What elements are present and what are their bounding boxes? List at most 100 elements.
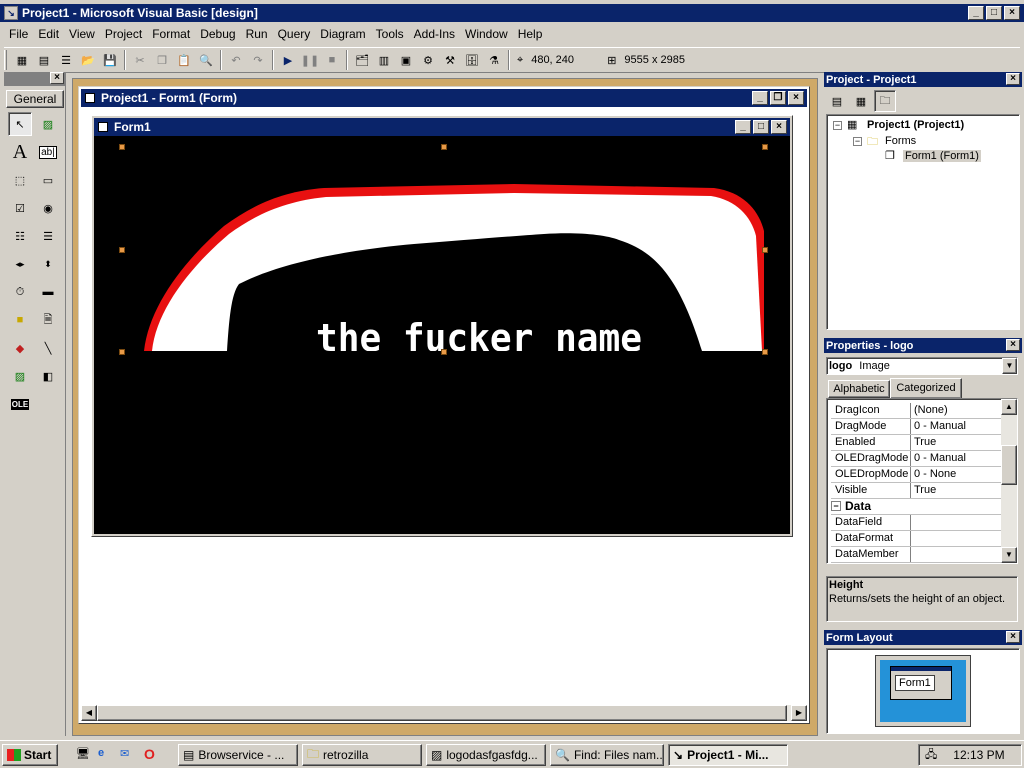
shape-tool[interactable]: ◆ (8, 336, 32, 360)
resize-handle-nw[interactable] (119, 144, 125, 150)
cut-icon[interactable]: ✂ (129, 49, 151, 71)
property-row[interactable]: OLEDragMode 0 - Manual (831, 451, 1001, 467)
form-layout-close-button[interactable]: × (1006, 631, 1020, 643)
object-browser-icon[interactable]: ⚙ (417, 49, 439, 71)
menu-window[interactable]: Window (460, 24, 513, 44)
designer-restore-button[interactable]: ❐ (770, 91, 786, 105)
checkbox-tool[interactable]: ☑ (8, 196, 32, 220)
undo-icon[interactable]: ↶ (225, 49, 247, 71)
pointer-tool[interactable]: ↖ (8, 112, 32, 136)
ole-tool[interactable]: OLE (8, 392, 32, 416)
taskbar-item[interactable]: 🗀 retrozilla (302, 744, 422, 766)
scroll-up-arrow[interactable]: ▲ (1001, 399, 1017, 415)
menu-tools[interactable]: Tools (371, 24, 409, 44)
scroll-thumb[interactable] (1001, 445, 1017, 485)
scroll-down-arrow[interactable]: ▼ (1001, 547, 1017, 563)
listbox-tool[interactable]: ☰ (36, 224, 60, 248)
scroll-left-arrow[interactable]: ◀ (81, 705, 97, 721)
menu-add-ins[interactable]: Add-Ins (409, 24, 460, 44)
quicklaunch-ie-icon[interactable]: e (98, 747, 104, 759)
resize-handle-n[interactable] (441, 144, 447, 150)
property-row[interactable]: DataFormat (831, 531, 1001, 547)
paste-icon[interactable]: 📋 (173, 49, 195, 71)
tree-root[interactable]: Project1 (Project1) (867, 119, 964, 131)
form-position-preview[interactable]: Form1 (890, 666, 952, 700)
property-vscrollbar[interactable]: ▲ ▼ (1001, 399, 1017, 563)
toggle-folders-icon[interactable]: 🗀 (874, 90, 896, 112)
properties-window-icon[interactable]: ▥ (373, 49, 395, 71)
close-button[interactable]: × (1004, 6, 1020, 20)
property-row[interactable]: DataField (831, 515, 1001, 531)
quicklaunch-desktop-icon[interactable]: 🖥 (76, 747, 90, 760)
property-row[interactable]: OLEDropMode 0 - None (831, 467, 1001, 483)
form1[interactable]: Form1 _ □ × the fucker name (91, 115, 793, 537)
property-row[interactable]: DragMode 0 - Manual (831, 419, 1001, 435)
tab-categorized[interactable]: Categorized (890, 378, 962, 398)
quicklaunch-opera-icon[interactable]: O (144, 746, 155, 762)
tray-icon[interactable]: 🖧 (925, 746, 937, 765)
property-row[interactable]: DataMember (831, 547, 1001, 563)
tree-root-expander[interactable]: − (833, 121, 842, 130)
form1-minimize-button[interactable]: _ (735, 120, 751, 134)
copy-icon[interactable]: ❐ (151, 49, 173, 71)
designer-hscrollbar[interactable]: ◀ ▶ (81, 705, 807, 721)
menu-editor-icon[interactable]: ☰ (55, 49, 77, 71)
tree-form1[interactable]: Form1 (Form1) (903, 150, 981, 162)
commandbutton-tool[interactable]: ▭ (36, 168, 60, 192)
add-project-icon[interactable]: ▦ (11, 49, 33, 71)
taskbar-item-active[interactable]: ↘ Project1 - Mi... (668, 744, 788, 766)
menu-query[interactable]: Query (273, 24, 316, 44)
open-icon[interactable]: 📂 (77, 49, 99, 71)
taskbar-item[interactable]: 🔍 Find: Files nam... (550, 744, 664, 766)
tab-alphabetic[interactable]: Alphabetic (828, 380, 890, 398)
project-explorer-icon[interactable]: 🗂 (351, 49, 373, 71)
end-icon[interactable]: ■ (321, 49, 343, 71)
resize-handle-sw[interactable] (119, 349, 125, 355)
visual-component-manager-icon[interactable]: ⚗ (483, 49, 505, 71)
taskbar-item[interactable]: ▨ logodasfgasfdg... (426, 744, 546, 766)
property-row[interactable]: Visible True (831, 483, 1001, 499)
resize-handle-se[interactable] (762, 349, 768, 355)
view-code-icon[interactable]: ▤ (826, 90, 848, 112)
scroll-right-arrow[interactable]: ▶ (791, 705, 807, 721)
resize-handle-ne[interactable] (762, 144, 768, 150)
form1-client-area[interactable]: the fucker name (94, 136, 790, 534)
resize-handle-e[interactable] (762, 247, 768, 253)
clock[interactable]: 12:13 PM (953, 748, 1004, 762)
label-tool[interactable]: A (8, 140, 32, 164)
properties-close-button[interactable]: × (1006, 339, 1020, 351)
break-icon[interactable]: ❚❚ (299, 49, 321, 71)
add-form-icon[interactable]: ▤ (33, 49, 55, 71)
menu-edit[interactable]: Edit (33, 24, 64, 44)
object-selector[interactable]: logo Image ▼ (826, 357, 1018, 375)
data-view-icon[interactable]: 🗄 (461, 49, 483, 71)
designer-close-button[interactable]: × (788, 91, 804, 105)
menu-file[interactable]: File (4, 24, 33, 44)
optionbutton-tool[interactable]: ◉ (36, 196, 60, 220)
logo-image[interactable]: the fucker name (94, 136, 790, 534)
project-explorer-close-button[interactable]: × (1006, 73, 1020, 85)
line-tool[interactable]: ╲ (36, 336, 60, 360)
chevron-down-icon[interactable]: ▼ (1002, 358, 1017, 374)
resize-handle-s[interactable] (441, 349, 447, 355)
taskbar-item[interactable]: ▤ Browservice - ... (178, 744, 298, 766)
property-row[interactable]: Enabled True (831, 435, 1001, 451)
toolbox-tab-general[interactable]: General (6, 90, 64, 108)
start-button[interactable]: Start (2, 744, 58, 766)
image-tool[interactable]: ▨ (8, 364, 32, 388)
textbox-tool[interactable]: ab| (36, 140, 60, 164)
dirlistbox-tool[interactable]: ■ (8, 308, 32, 332)
redo-icon[interactable]: ↷ (247, 49, 269, 71)
timer-tool[interactable]: ⏱ (8, 280, 32, 304)
form1-close-button[interactable]: × (771, 120, 787, 134)
menu-help[interactable]: Help (513, 24, 548, 44)
minimize-button[interactable]: _ (968, 6, 984, 20)
menu-format[interactable]: Format (147, 24, 195, 44)
tree-forms-folder[interactable]: Forms (885, 135, 916, 147)
toolbox-icon[interactable]: ⚒ (439, 49, 461, 71)
quicklaunch-outlook-icon[interactable]: ✉ (120, 747, 129, 760)
scroll-thumb[interactable] (97, 705, 787, 721)
drivelistbox-tool[interactable]: ▬ (36, 280, 60, 304)
form1-maximize-button[interactable]: □ (753, 120, 769, 134)
view-object-icon[interactable]: ▦ (850, 90, 872, 112)
